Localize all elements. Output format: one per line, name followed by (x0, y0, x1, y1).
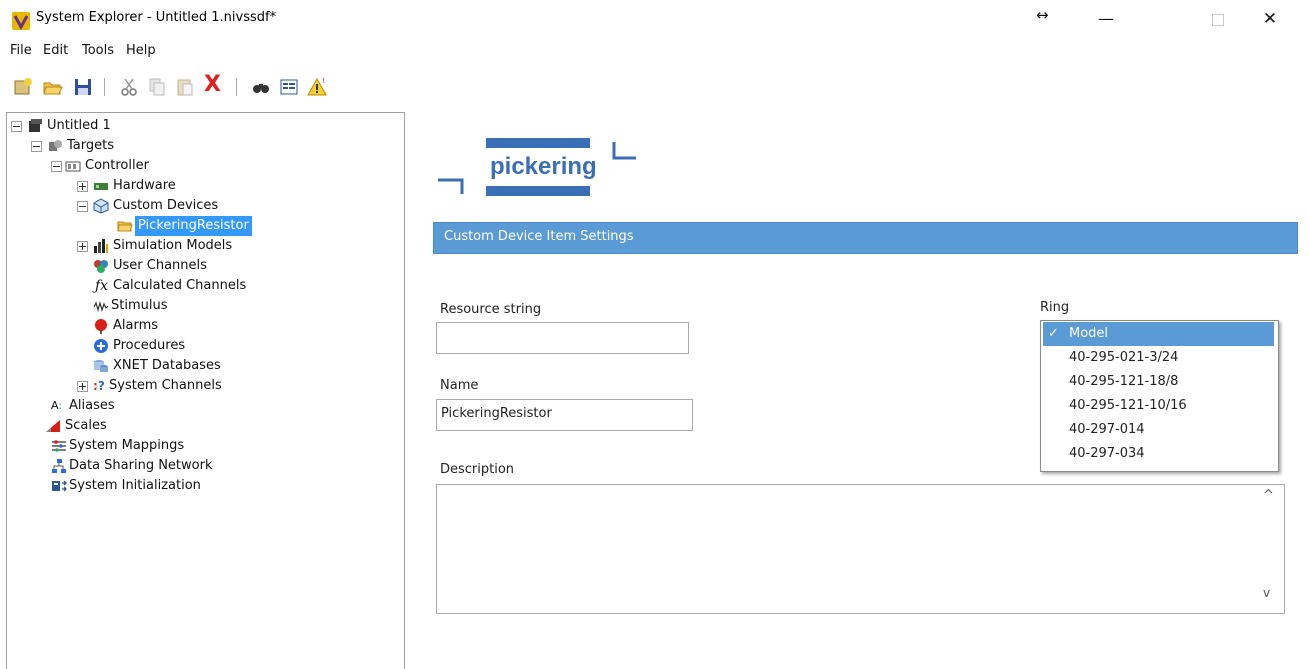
alarm-icon (95, 319, 107, 334)
open-folder-icon[interactable] (42, 76, 64, 98)
collapse-toggle[interactable] (31, 141, 42, 152)
menu-edit[interactable]: Edit (43, 43, 68, 58)
window-title: System Explorer - Untitled 1.nivssdf* (36, 10, 277, 25)
user-channels-icon (94, 260, 108, 273)
section-header: Custom Device Item Settings (433, 222, 1298, 254)
ring-option[interactable]: 40-295-021-3/24 (1043, 346, 1274, 370)
expand-toggle[interactable] (77, 241, 88, 252)
close-button[interactable]: ✕ (1250, 4, 1290, 32)
collapse-toggle[interactable] (51, 161, 62, 172)
system-explorer-tree[interactable]: Untitled 1 Targets Controller Hardware C… (6, 112, 405, 669)
ring-option-model[interactable]: ✓ Model (1043, 322, 1274, 346)
menu-help[interactable]: Help (126, 43, 156, 58)
scroll-down-arrow[interactable]: v (1263, 586, 1270, 600)
logo-text: pickering (490, 153, 597, 180)
database-icon (94, 360, 108, 372)
menu-file[interactable]: File (10, 43, 32, 58)
maximize-button[interactable] (1198, 4, 1238, 32)
description-scrollbar[interactable]: ^ v (1257, 486, 1281, 610)
folder-icon (117, 221, 133, 232)
description-label: Description (440, 462, 515, 477)
ring-option[interactable]: 40-295-121-10/16 (1043, 394, 1274, 418)
collapse-toggle[interactable] (77, 201, 88, 212)
minimize-button[interactable]: — (1086, 4, 1126, 32)
delete-icon[interactable]: X (204, 74, 226, 96)
system-mappings-icon (52, 440, 66, 452)
targets-icon (49, 140, 62, 151)
pickering-logo: pickering (436, 136, 638, 198)
aliases-icon: A: (51, 399, 63, 412)
veristand-app-icon (12, 12, 30, 30)
menu-tools[interactable]: Tools (82, 43, 114, 58)
procedures-icon (94, 339, 108, 353)
copy-icon[interactable] (146, 76, 168, 98)
name-input[interactable]: PickeringResistor (436, 399, 693, 431)
system-channels-icon: :? (93, 379, 105, 393)
ring-option[interactable]: 40-295-121-18/8 (1043, 370, 1274, 394)
properties-icon[interactable] (278, 76, 300, 98)
simulation-models-icon (94, 239, 108, 253)
scroll-up-arrow[interactable]: ^ (1263, 488, 1274, 503)
expand-toggle[interactable] (77, 181, 88, 192)
save-icon[interactable] (72, 76, 94, 98)
resource-string-label: Resource string (440, 302, 542, 317)
toolbar-separator (236, 78, 237, 96)
warning-icon[interactable]: ! (306, 76, 328, 98)
ring-label: Ring (1040, 300, 1070, 315)
paste-icon[interactable] (174, 76, 196, 98)
description-textarea[interactable] (436, 484, 1285, 614)
controller-icon (65, 161, 81, 172)
checkmark-icon: ✓ (1048, 326, 1059, 341)
scales-icon (46, 420, 60, 432)
resize-icon[interactable]: ↔ (1036, 6, 1049, 24)
ring-option[interactable]: 40-297-034 (1043, 442, 1274, 466)
svg-text:!: ! (322, 77, 325, 85)
fx-icon: ƒx (95, 278, 109, 294)
ring-option[interactable]: 40-297-014 (1043, 418, 1274, 442)
menu-bar: File Edit Tools Help (0, 38, 1309, 64)
name-label: Name (440, 378, 479, 393)
stimulus-wave-icon (93, 300, 109, 313)
new-project-icon[interactable] (12, 76, 34, 98)
title-bar: System Explorer - Untitled 1.nivssdf* ↔ … (0, 0, 1309, 38)
maximize-icon (1212, 14, 1224, 26)
system-initialization-icon (52, 480, 67, 492)
toolbar-separator (104, 78, 105, 96)
toolbar: X ! (0, 68, 1309, 106)
cube-icon (93, 198, 109, 214)
hardware-icon (94, 183, 108, 190)
project-icon (29, 119, 42, 132)
network-icon (52, 459, 66, 473)
expand-toggle[interactable] (77, 381, 88, 392)
find-icon[interactable] (250, 76, 272, 98)
resource-string-input[interactable] (436, 322, 689, 354)
cut-icon[interactable] (118, 76, 140, 98)
section-title: Custom Device Item Settings (444, 229, 634, 244)
ring-dropdown-list[interactable]: ✓ Model 40-295-021-3/24 40-295-121-18/8 … (1040, 320, 1279, 472)
collapse-toggle[interactable] (11, 121, 22, 132)
